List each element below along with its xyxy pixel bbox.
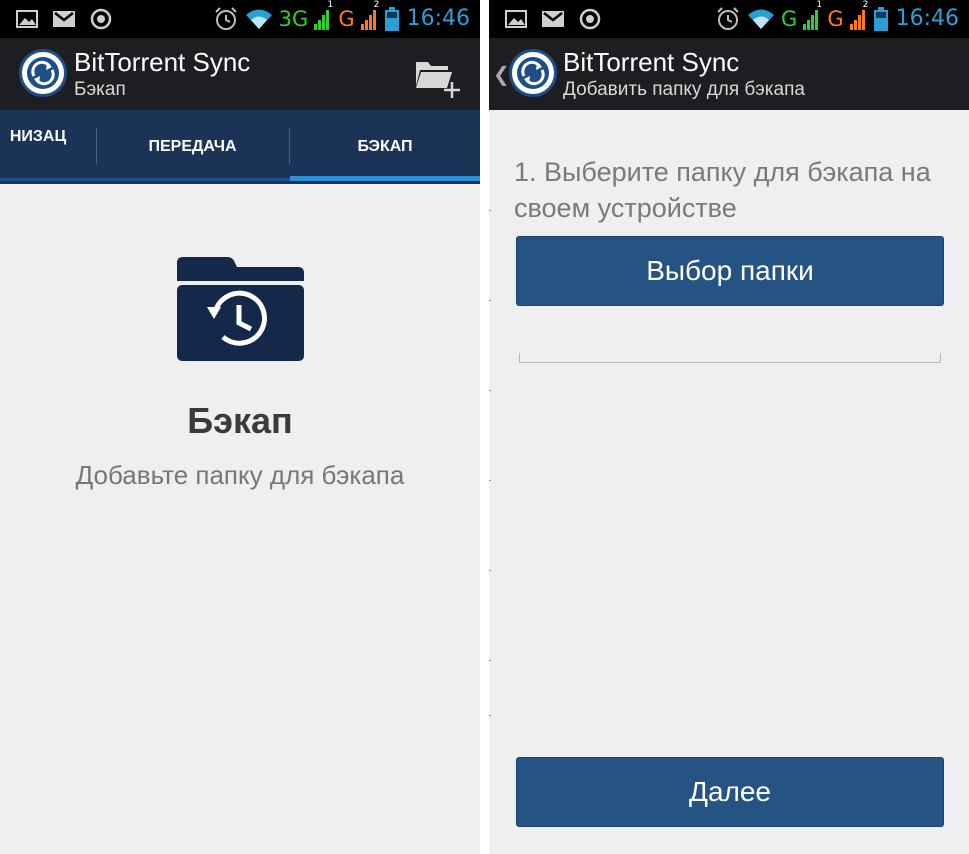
empty-state-title: Бэкап [187, 400, 293, 441]
backup-folder-icon [177, 257, 304, 361]
backup-list-screen: 3G 1 G 2 16:46 BitTorrent Sync Бэкап НИЗ… [0, 0, 480, 854]
battery-icon [384, 7, 399, 31]
app-title: BitTorrent Sync [563, 47, 740, 77]
image-icon [16, 10, 38, 28]
tab-transfer-label: ПЕРЕДАЧА [148, 138, 237, 155]
action-bar: BitTorrent Sync Бэкап [0, 38, 480, 110]
network-type-1: G [781, 7, 798, 31]
status-bar: 3G 1 G 2 16:46 [0, 0, 480, 38]
alarm-clock-icon [717, 7, 739, 30]
add-folder-icon[interactable] [414, 56, 460, 98]
step-instruction: 1. Выберите папку для бэкапа на своем ус… [514, 157, 931, 223]
sim-2-label: 2 [373, 0, 380, 10]
tab-bar: НИЗАЦ ПЕРЕДАЧА БЭКАП [0, 110, 480, 184]
network-type-2: G [338, 7, 355, 31]
sync-status-icon [579, 8, 601, 30]
folder-path-field[interactable] [519, 353, 941, 363]
status-bar: G 1 G 2 16:46 [489, 0, 969, 38]
tab-transfer[interactable]: ПЕРЕДАЧА [96, 110, 289, 184]
clock: 16:46 [406, 6, 470, 31]
wifi-icon [748, 9, 775, 29]
tab-selected-indicator [290, 176, 480, 181]
back-chevron-icon[interactable]: ❮ [493, 62, 510, 86]
sync-status-icon [90, 8, 112, 30]
gmail-icon [542, 11, 564, 27]
app-logo-icon[interactable] [19, 49, 67, 97]
sim-1-label: 1 [816, 0, 823, 10]
signal-strength-1-icon: 1 [803, 0, 822, 30]
app-title: BitTorrent Sync [74, 47, 251, 77]
network-type-1: 3G [278, 7, 309, 31]
select-folder-button[interactable]: Выбор папки [516, 236, 944, 306]
signal-strength-1-icon: 1 [314, 0, 333, 30]
network-type-2: G [827, 7, 844, 31]
empty-state-subtitle: Добавьте папку для бэкапа [75, 460, 405, 490]
sim-1-label: 1 [327, 0, 334, 10]
scroll-edge-marks [489, 190, 491, 750]
screens-divider [480, 0, 489, 854]
app-logo-icon[interactable] [509, 49, 557, 97]
tab-backup[interactable]: БЭКАП [290, 110, 480, 184]
add-backup-folder-screen: G 1 G 2 16:46 ❮ BitTorrent Sync Добавить… [489, 0, 969, 854]
action-bar: ❮ BitTorrent Sync Добавить папку для бэк… [489, 38, 969, 110]
gmail-icon [53, 11, 75, 27]
next-button[interactable]: Далее [516, 757, 944, 827]
clock: 16:46 [895, 6, 959, 31]
tab-bar-underline [0, 178, 290, 181]
app-subtitle: Добавить папку для бэкапа [563, 79, 805, 100]
signal-strength-2-icon: 2 [360, 0, 379, 30]
tab-backup-label: БЭКАП [357, 138, 413, 155]
image-icon [505, 10, 527, 28]
app-subtitle: Бэкап [74, 79, 126, 100]
signal-strength-2-icon: 2 [849, 0, 868, 30]
sim-2-label: 2 [862, 0, 869, 10]
alarm-clock-icon [214, 7, 237, 30]
tab-sync[interactable]: НИЗАЦ [0, 110, 96, 184]
battery-icon [873, 7, 888, 31]
wifi-icon [245, 9, 272, 29]
tab-sync-label: НИЗАЦ [9, 128, 67, 145]
